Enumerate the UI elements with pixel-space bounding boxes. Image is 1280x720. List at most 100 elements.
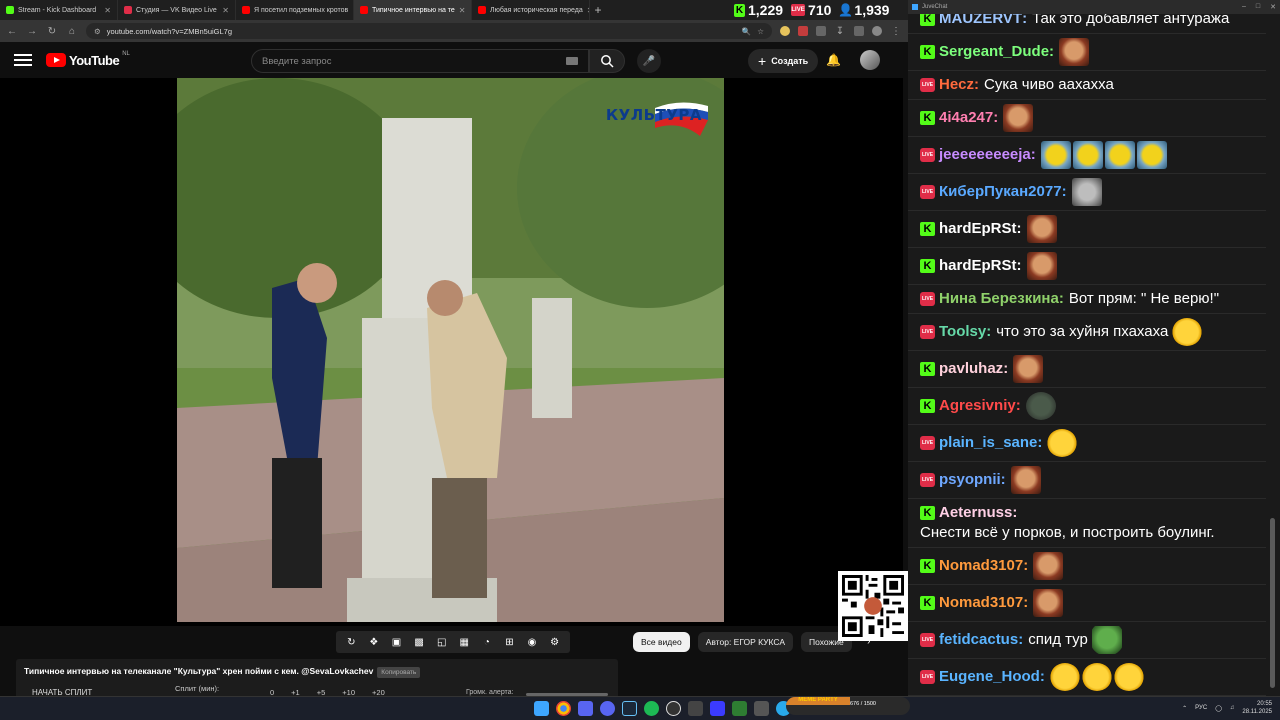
extension-icon[interactable] — [816, 26, 826, 36]
app-icon[interactable] — [688, 701, 703, 716]
steam-icon[interactable] — [622, 701, 637, 716]
home-icon[interactable]: ⌂ — [66, 26, 78, 37]
obs-icon[interactable] — [666, 701, 681, 716]
chat-username[interactable]: psyopnii — [939, 470, 1001, 490]
chat-username[interactable]: Toolsy — [939, 322, 986, 342]
chat-username[interactable]: Aeternuss — [939, 503, 1012, 523]
loop-icon[interactable]: ↻ — [343, 637, 359, 648]
spotify-icon[interactable] — [644, 701, 659, 716]
url-field[interactable]: ⚙ youtube.com/watch?v=ZMBn5uiGL7g 🔍 ☆ — [86, 23, 772, 39]
username-colon: : — [974, 76, 980, 93]
close-icon[interactable]: ✕ — [1270, 3, 1276, 11]
taskbar-icons — [534, 701, 791, 716]
hamburger-menu-icon[interactable] — [14, 54, 32, 66]
profile-icon[interactable] — [872, 26, 882, 36]
broadcast-icon[interactable]: ❖ — [366, 637, 382, 648]
chat-username[interactable]: Agresivniy — [939, 396, 1016, 416]
chat-username[interactable]: Sergeant_Dude — [939, 42, 1049, 62]
fullscreen-frame-icon[interactable]: ◱ — [434, 637, 450, 648]
scrollbar-thumb[interactable] — [1270, 518, 1275, 688]
extension-icon[interactable] — [780, 26, 790, 36]
app-icon[interactable] — [732, 701, 747, 716]
discord-icon[interactable] — [600, 701, 615, 716]
microphone-icon: 🎤 — [642, 55, 656, 67]
chat-username[interactable]: Nomad3107 — [939, 593, 1023, 613]
chat-message: Kpavluhaz: — [908, 351, 1266, 388]
chat-username[interactable]: hardEpRSt — [939, 256, 1017, 276]
new-tab-icon[interactable]: + — [590, 0, 606, 20]
forward-icon[interactable]: → — [26, 26, 38, 37]
chat-username[interactable]: 4i4a247 — [939, 108, 993, 128]
add-clip-icon[interactable]: ⊞ — [501, 637, 517, 648]
menu-kebab-icon[interactable]: ⋮ — [890, 26, 902, 37]
microphone-button[interactable]: 🎤 — [637, 49, 661, 73]
chat-username[interactable]: Hecz — [939, 75, 974, 95]
browser-tab[interactable]: Stream - Kick Dashboard ✕ — [0, 0, 118, 20]
vk-live-icon: LIVE — [920, 670, 935, 684]
laugh-emote-icon — [1113, 663, 1144, 691]
chat-username[interactable]: fetidcactus — [939, 630, 1018, 650]
app-icon[interactable] — [710, 701, 725, 716]
minimize-icon[interactable]: – — [1242, 3, 1246, 11]
copy-badge[interactable]: Копировать — [377, 667, 421, 678]
zoom-icon[interactable]: 🔍 — [742, 27, 751, 36]
reload-icon[interactable]: ↻ — [46, 26, 58, 37]
notifications-bell-icon[interactable]: 🔔 — [826, 53, 841, 67]
bookmark-star-icon[interactable]: ☆ — [757, 27, 764, 36]
filter-chip[interactable]: Все видео — [633, 632, 690, 652]
chat-username[interactable]: Nomad3107 — [939, 556, 1023, 576]
browser-tab[interactable]: Типичное интервью на те ✕ — [354, 0, 472, 20]
extension-icon[interactable] — [798, 26, 808, 36]
tab-close-icon[interactable]: ✕ — [459, 6, 466, 15]
screen-icon[interactable]: ▣ — [388, 637, 404, 648]
search-button[interactable] — [589, 49, 625, 73]
speed-gauge-icon[interactable]: ◔ — [479, 637, 495, 648]
vk-live-icon: LIVE — [920, 148, 935, 162]
kick-icon: K — [734, 3, 745, 17]
download-icon[interactable]: ↧ — [834, 26, 846, 37]
chat-username[interactable]: jeeeeeeeeeja — [939, 145, 1031, 165]
language-indicator[interactable]: РУС — [1195, 705, 1207, 711]
clock[interactable]: 20:55 28.11.2025 — [1242, 700, 1272, 716]
search-input[interactable]: Введите запрос — [251, 49, 589, 73]
filter-chip[interactable]: Автор: ЕГОР КУКСА — [697, 632, 794, 652]
grid-icon[interactable]: ▦ — [456, 637, 472, 648]
duck-emote-icon — [1040, 141, 1071, 169]
settings-gear-icon[interactable]: ⚙ — [547, 637, 563, 648]
keyboard-icon[interactable] — [566, 57, 578, 65]
video-player[interactable]: КУЛЬТУРА — [0, 78, 903, 626]
app-icon[interactable] — [578, 701, 593, 716]
chat-username[interactable]: hardEpRSt — [939, 219, 1017, 239]
maximize-icon[interactable]: □ — [1256, 3, 1260, 11]
avatar[interactable] — [860, 50, 880, 70]
chat-username[interactable]: MAUZERVT — [939, 14, 1022, 29]
browser-tab[interactable]: Я посетил подземных кротов✕ — [236, 0, 354, 20]
chat-username[interactable]: Нина Березкина — [939, 289, 1059, 309]
screenshot-camera-icon[interactable]: ◉ — [524, 637, 540, 648]
chat-username[interactable]: pavluhaz — [939, 359, 1003, 379]
browser-tab[interactable]: Студия — VK Видео Live ✕ — [118, 0, 236, 20]
app-icon[interactable] — [754, 701, 769, 716]
volume-icon[interactable]: ♫ — [1230, 705, 1235, 711]
chat-username[interactable]: plain_is_sane — [939, 433, 1037, 453]
browser-tab[interactable]: Любая историческая переда✕ — [472, 0, 590, 20]
back-icon[interactable]: ← — [6, 26, 18, 37]
site-info-icon[interactable]: ⚙ — [94, 27, 101, 36]
video-frame[interactable]: КУЛЬТУРА — [177, 78, 724, 622]
film-icon[interactable]: ▩ — [411, 637, 427, 648]
extension-icon[interactable] — [854, 26, 864, 36]
tray-chevron-icon[interactable]: ⌃ — [1182, 705, 1187, 712]
chrome-icon[interactable] — [556, 701, 571, 716]
chat-username[interactable]: КиберПукан2077 — [939, 182, 1062, 202]
windows-start-icon[interactable] — [534, 701, 549, 716]
chat-scrollbar[interactable] — [1266, 14, 1280, 696]
tab-close-icon[interactable]: ✕ — [222, 6, 229, 15]
chat-username[interactable]: Eugene_Hood — [939, 667, 1040, 687]
kick-icon: K — [920, 506, 935, 520]
tab-title: Типичное интервью на те — [372, 6, 455, 14]
network-icon[interactable]: ◯ — [1215, 705, 1222, 712]
chat-message-list[interactable]: K MAUZERVT: Так это добавляет антуража K Ser… — [908, 14, 1266, 696]
create-button[interactable]: + Создать — [748, 49, 819, 73]
youtube-logo[interactable]: YouTube NL — [46, 51, 130, 68]
tab-close-icon[interactable]: ✕ — [104, 6, 111, 15]
